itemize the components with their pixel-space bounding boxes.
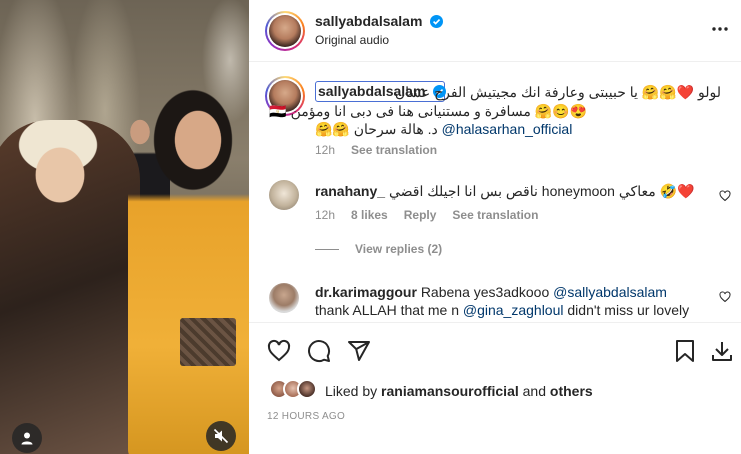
comment-body: dr.karimaggour Rabena yes3adkooo @sallya… bbox=[315, 283, 667, 301]
audio-label[interactable]: Original audio bbox=[315, 33, 389, 47]
download-icon bbox=[712, 342, 732, 361]
send-icon bbox=[348, 341, 370, 361]
comment-reply-button[interactable]: Reply bbox=[404, 208, 437, 222]
caption-meta: 12h See translation bbox=[315, 143, 437, 157]
story-ring[interactable] bbox=[265, 11, 305, 51]
avatar[interactable] bbox=[269, 15, 301, 47]
post-actions: Liked by raniamansourofficial and others… bbox=[249, 322, 741, 454]
post-details-panel: sallyabdalsalam Original audio sallyabda… bbox=[249, 0, 741, 454]
mention-link[interactable]: @halasarhan_official bbox=[442, 121, 573, 137]
comment-text: ❤️🤣 معاكي honeymoon ناقص بس انا اجيلك اق… bbox=[388, 183, 695, 199]
comment-likes[interactable]: 8 likes bbox=[351, 208, 388, 222]
comment-icon bbox=[308, 340, 331, 363]
liked-by-and: and bbox=[522, 383, 546, 399]
view-replies-button[interactable]: View replies (2) bbox=[315, 242, 442, 256]
caption-time[interactable]: 12h bbox=[315, 143, 335, 157]
mute-button[interactable] bbox=[206, 421, 236, 451]
comment-avatar[interactable] bbox=[269, 180, 299, 210]
reel-video[interactable] bbox=[0, 0, 249, 454]
header-username[interactable]: sallyabdalsalam bbox=[315, 13, 422, 29]
liked-by-prefix: Liked by bbox=[325, 383, 378, 399]
caption-line-3: د. هالة سرحان 🤗🤗 @halasarhan_official bbox=[315, 120, 572, 138]
post-timestamp[interactable]: 12 HOURS AGO bbox=[267, 411, 345, 422]
liker-avatar bbox=[297, 379, 317, 399]
comment-meta: 12h 8 likes Reply See translation bbox=[315, 208, 538, 222]
save-button[interactable] bbox=[671, 337, 699, 365]
video-person-right bbox=[128, 80, 249, 454]
more-horizontal-icon bbox=[712, 27, 728, 31]
comment-username[interactable]: ranahany_ bbox=[315, 183, 385, 199]
caption-line-2: 😍😊🤗 مسافرة و مستنيانى هنا فى دبى انا ومؤ… bbox=[269, 103, 587, 119]
speaker-muted-icon bbox=[213, 428, 229, 444]
download-button[interactable] bbox=[708, 337, 736, 365]
mention-link[interactable]: @sallyabdalsalam bbox=[553, 284, 667, 300]
user-icon bbox=[21, 432, 33, 445]
comments-list: sallyabdalsalam لولو ❤️🤗🤗 يا حبيبتى وعار… bbox=[249, 62, 741, 322]
liked-by-user[interactable]: raniamansourofficial bbox=[381, 383, 519, 399]
comment-like-icon[interactable] bbox=[719, 190, 731, 202]
like-button[interactable] bbox=[265, 337, 293, 365]
replies-divider bbox=[315, 248, 339, 250]
caption-line-1: لولو ❤️🤗🤗 يا حبيبتى وعارفة انك مجيتيش ال… bbox=[394, 84, 721, 100]
liked-by-text: Liked by raniamansourofficial and others bbox=[325, 383, 593, 399]
comment-text: didn't miss ur lovely bbox=[567, 302, 690, 318]
comment-text: thank ALLAH that me n bbox=[315, 302, 459, 318]
liked-by-avatars[interactable] bbox=[269, 379, 321, 401]
comment-text: Rabena yes3adkooo bbox=[420, 284, 550, 300]
tagged-users-button[interactable] bbox=[12, 423, 42, 453]
verified-badge-icon bbox=[429, 15, 443, 28]
mention-link[interactable]: @gina_zaghloul bbox=[463, 302, 564, 318]
comment-username[interactable]: dr.karimaggour bbox=[315, 284, 417, 300]
header-username-row: sallyabdalsalam bbox=[315, 13, 443, 31]
comment-body: ranahany_ ❤️🤣 معاكي honeymoon ناقص بس ان… bbox=[315, 182, 694, 200]
heart-icon bbox=[267, 339, 291, 362]
caption-line-3-text: د. هالة سرحان 🤗🤗 bbox=[315, 121, 438, 137]
post-header: sallyabdalsalam Original audio bbox=[249, 0, 741, 62]
comment-body-line-2: thank ALLAH that me n @gina_zaghloul did… bbox=[315, 301, 689, 319]
comment-see-translation[interactable]: See translation bbox=[452, 208, 538, 222]
video-clutch-bag bbox=[180, 318, 236, 366]
comment-time[interactable]: 12h bbox=[315, 208, 335, 222]
more-options-button[interactable] bbox=[711, 20, 729, 43]
caption-see-translation[interactable]: See translation bbox=[351, 143, 437, 157]
comment-button[interactable] bbox=[305, 337, 333, 365]
share-button[interactable] bbox=[345, 337, 373, 365]
comment-like-icon[interactable] bbox=[719, 291, 731, 303]
liked-by-others[interactable]: others bbox=[550, 383, 593, 399]
video-person-left bbox=[0, 120, 140, 454]
bookmark-icon bbox=[676, 340, 694, 362]
comment-avatar[interactable] bbox=[269, 283, 299, 313]
view-replies-label: View replies (2) bbox=[355, 242, 443, 256]
